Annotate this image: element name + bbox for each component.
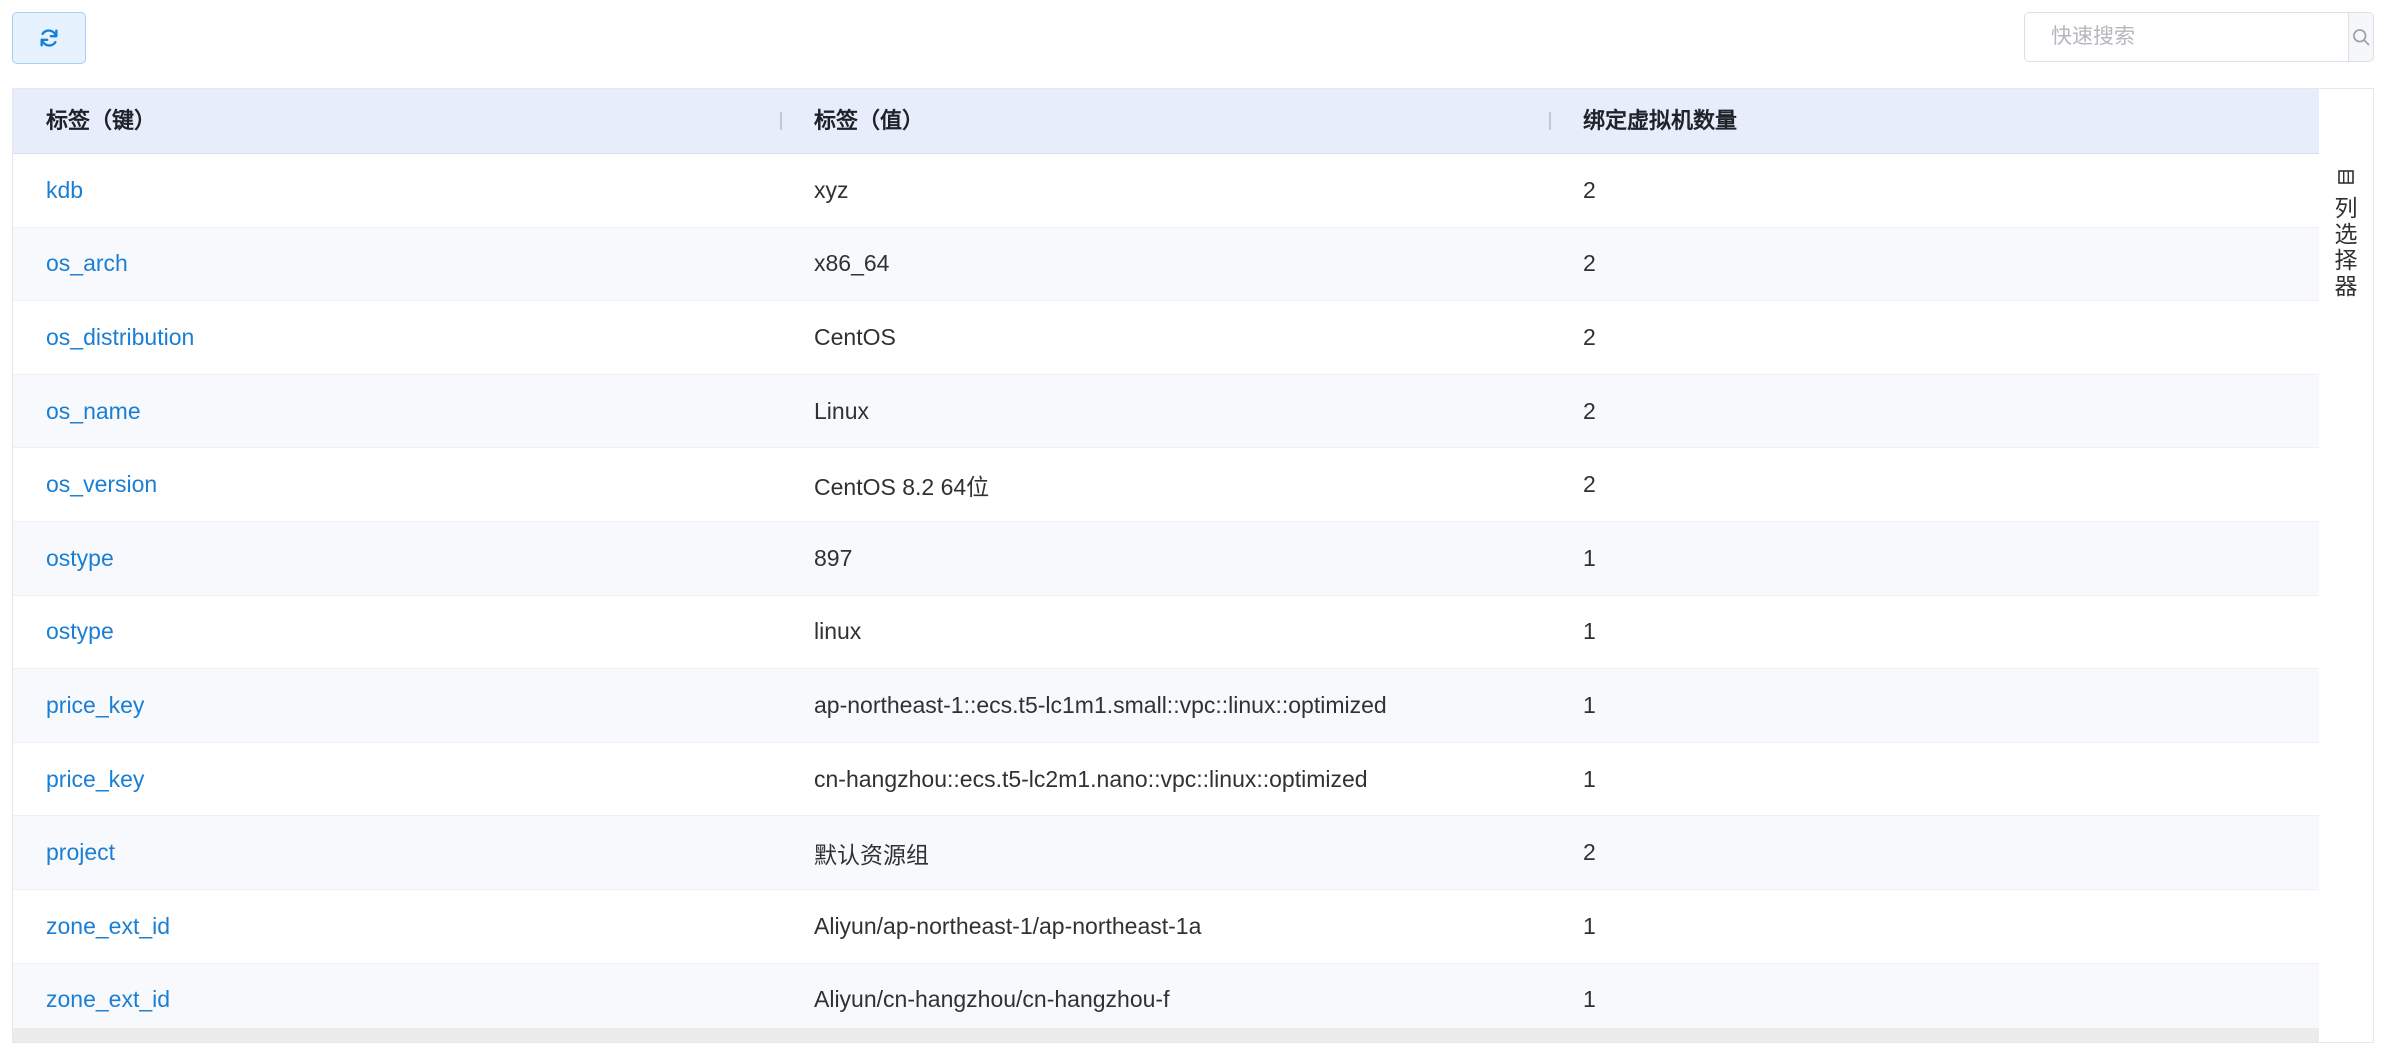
tag-value: ap-northeast-1::ecs.t5-lc1m1.small::vpc:… bbox=[814, 691, 1387, 718]
tag-key-link[interactable]: price_key bbox=[13, 743, 144, 816]
column-header-tag-key[interactable]: 标签（键） bbox=[13, 89, 156, 153]
tag-key-link[interactable]: ostype bbox=[13, 522, 114, 595]
table-row: price_key cn-hangzhou::ecs.t5-lc2m1.nano… bbox=[13, 742, 2319, 817]
tag-value: Linux bbox=[814, 397, 869, 424]
table-row: price_key ap-northeast-1::ecs.t5-lc1m1.s… bbox=[13, 669, 2319, 743]
vm-count: 2 bbox=[1583, 323, 1596, 350]
search-input[interactable] bbox=[2025, 13, 2348, 61]
vm-count: 2 bbox=[1583, 471, 1596, 498]
vm-count: 2 bbox=[1583, 397, 1596, 424]
table-body: kdb xyz 2 os_arch x86_64 2 os_distributi… bbox=[13, 154, 2319, 1038]
table-row: project 默认资源组 2 bbox=[13, 816, 2319, 890]
table-row: zone_ext_id Aliyun/cn-hangzhou/cn-hangzh… bbox=[13, 963, 2319, 1038]
vm-count: 1 bbox=[1583, 986, 1596, 1013]
tag-key-link[interactable]: os_version bbox=[13, 448, 157, 521]
vm-count: 2 bbox=[1583, 839, 1596, 866]
tag-value: 897 bbox=[814, 544, 853, 571]
tag-key-link[interactable]: zone_ext_id bbox=[13, 964, 170, 1037]
tag-value: Aliyun/cn-hangzhou/cn-hangzhou-f bbox=[814, 986, 1170, 1013]
refresh-button[interactable] bbox=[12, 12, 86, 64]
column-picker-button[interactable]: 列选择器 bbox=[2319, 89, 2373, 1042]
search-icon bbox=[2353, 29, 2370, 46]
tag-value: linux bbox=[814, 618, 862, 645]
tag-value: cn-hangzhou::ecs.t5-lc2m1.nano::vpc::lin… bbox=[814, 765, 1368, 792]
tag-key-link[interactable]: ostype bbox=[13, 596, 114, 669]
tag-value: x86_64 bbox=[814, 250, 890, 277]
tag-key-link[interactable]: os_arch bbox=[13, 228, 128, 301]
tag-key-link[interactable]: os_name bbox=[13, 375, 141, 448]
vm-count: 1 bbox=[1583, 618, 1596, 645]
vm-count: 1 bbox=[1583, 691, 1596, 718]
table-header: 标签（键） 标签（值） 绑定虚拟机数量 bbox=[13, 89, 2319, 154]
toolbar bbox=[0, 0, 2386, 88]
tag-value: 默认资源组 bbox=[814, 841, 929, 868]
vm-count: 2 bbox=[1583, 176, 1596, 203]
refresh-icon bbox=[40, 29, 58, 47]
tag-value: CentOS 8.2 64位 bbox=[814, 473, 990, 500]
tag-value: CentOS bbox=[814, 323, 896, 350]
table-row: os_arch x86_64 2 bbox=[13, 227, 2319, 302]
table-row: os_distribution CentOS 2 bbox=[13, 301, 2319, 375]
column-header-vm-count[interactable]: 绑定虚拟机数量 bbox=[1550, 89, 1737, 153]
table-row: ostype linux 1 bbox=[13, 595, 2319, 670]
vm-count: 1 bbox=[1583, 544, 1596, 571]
tag-key-link[interactable]: os_distribution bbox=[13, 301, 194, 374]
tag-key-link[interactable]: zone_ext_id bbox=[13, 890, 170, 963]
tag-key-link[interactable]: project bbox=[13, 816, 115, 889]
vm-count: 2 bbox=[1583, 250, 1596, 277]
tag-key-link[interactable]: kdb bbox=[13, 154, 83, 227]
columns-icon bbox=[2338, 170, 2354, 184]
tags-table: 标签（键） 标签（值） 绑定虚拟机数量 kdb xyz 2 os_arch x8… bbox=[12, 88, 2374, 1043]
table-row: os_version CentOS 8.2 64位 2 bbox=[13, 448, 2319, 522]
table-area: 标签（键） 标签（值） 绑定虚拟机数量 kdb xyz 2 os_arch x8… bbox=[13, 89, 2319, 1042]
search-button[interactable] bbox=[2348, 13, 2373, 61]
search-box bbox=[2024, 12, 2374, 62]
table-row: os_name Linux 2 bbox=[13, 374, 2319, 449]
column-header-tag-value[interactable]: 标签（值） bbox=[781, 89, 924, 153]
vm-count: 1 bbox=[1583, 912, 1596, 939]
column-picker-label: 列选择器 bbox=[2334, 195, 2358, 299]
tag-key-link[interactable]: price_key bbox=[13, 669, 144, 742]
vm-count: 1 bbox=[1583, 765, 1596, 792]
table-row: zone_ext_id Aliyun/ap-northeast-1/ap-nor… bbox=[13, 889, 2319, 964]
table-row: kdb xyz 2 bbox=[13, 154, 2319, 228]
horizontal-scrollbar[interactable] bbox=[13, 1028, 2319, 1042]
tag-value: Aliyun/ap-northeast-1/ap-northeast-1a bbox=[814, 912, 1202, 939]
table-row: ostype 897 1 bbox=[13, 521, 2319, 596]
tag-value: xyz bbox=[814, 176, 849, 203]
